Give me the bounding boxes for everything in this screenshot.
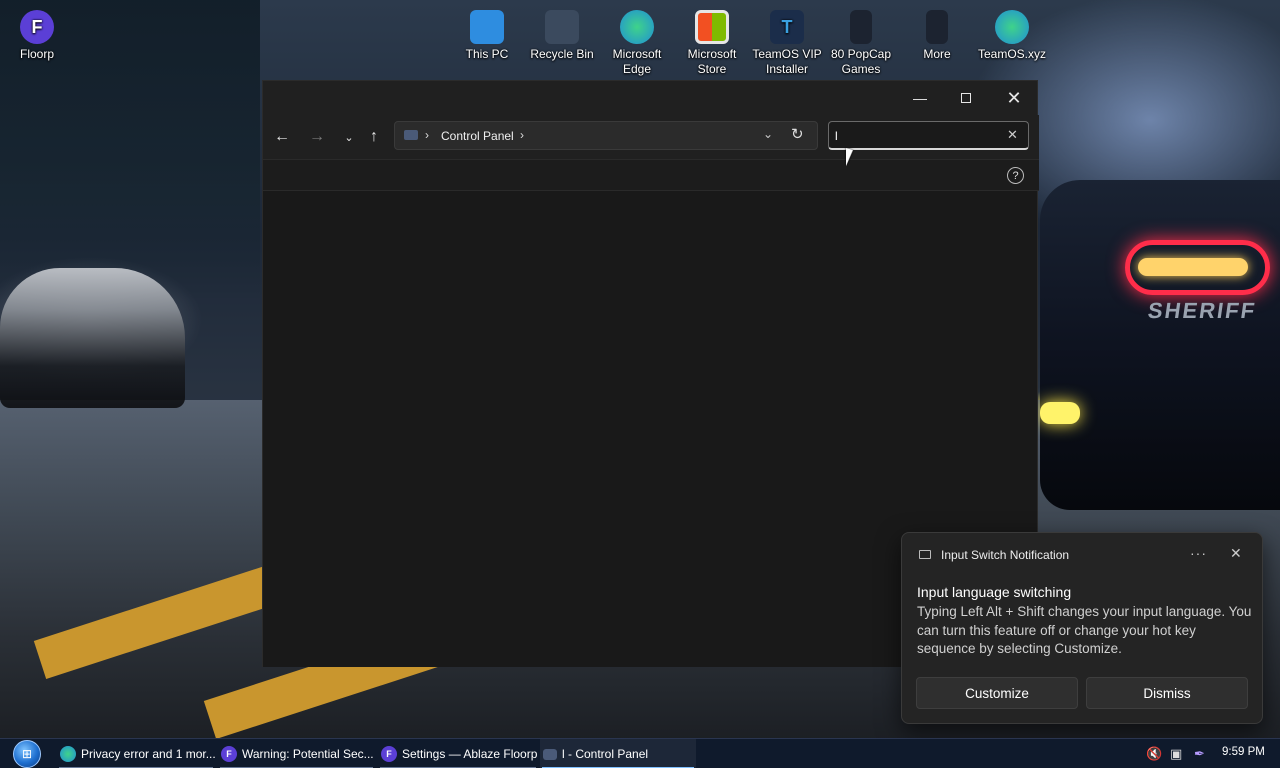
edge-icon [995,10,1029,44]
desktop-icon-label: 80 PopCap Games [830,47,892,76]
breadcrumb-control-panel[interactable]: Control Panel [441,129,514,143]
mouse-cursor [846,148,860,170]
taskbar-item-control-panel[interactable]: l - Control Panel [540,739,696,768]
folder-icon [850,10,872,44]
desktop-icon-80-popcap-games[interactable]: 80 PopCap Games [824,4,898,77]
address-dropdown-icon[interactable]: ⌄ [763,127,773,141]
taskbar-item-edge[interactable]: Privacy error and 1 mor... [57,739,215,768]
desktop-icon-more[interactable]: More [900,4,974,62]
chevron-down-icon: ⌄ [344,131,354,144]
arrow-up-icon: ↑ [370,128,378,145]
notification-body: Typing Left Alt + Shift changes your inp… [917,604,1252,656]
control-panel-icon [404,130,418,140]
taskbar: ⊞ Privacy error and 1 mor... F Warning: … [0,738,1280,768]
desktop-icon-floorp[interactable]: F Floorp [0,4,74,62]
monitor-icon [470,10,504,44]
taskbar-item-floorp-warning[interactable]: F Warning: Potential Sec... [218,739,375,768]
dismiss-button[interactable]: Dismiss [1086,677,1248,709]
minimize-button[interactable]: — [897,81,943,115]
start-button[interactable]: ⊞ [10,739,44,768]
edge-icon [620,10,654,44]
minimize-icon: — [913,90,927,106]
desktop-icon-microsoft-edge[interactable]: Microsoft Edge [600,4,674,77]
desktop-icon-label: This PC [465,47,509,61]
desktop-icon-microsoft-store[interactable]: Microsoft Store [675,4,749,77]
desktop-icon-label: TeamOS VIP Installer [752,47,822,76]
store-icon [695,10,729,44]
keyboard-icon [919,550,931,559]
folder-icon [926,10,948,44]
address-bar[interactable]: › Control Panel › ⌄ ↻ [394,121,818,150]
close-notification-icon[interactable]: ✕ [1230,545,1242,562]
taskbar-item-label: Privacy error and 1 mor... [81,747,215,761]
desktop-icon-label: Floorp [19,47,54,61]
desktop-icon-label: TeamOS.xyz [977,47,1046,61]
arrow-left-icon: ← [274,128,290,145]
taskbar-item-label: Settings — Ablaze Floorp [402,747,538,761]
desktop-icon-label: Microsoft Edge [612,47,662,76]
edge-icon [60,746,76,762]
notification-app-name: Input Switch Notification [941,548,1070,562]
desktop-icon-recycle-bin[interactable]: Recycle Bin [525,4,599,62]
taskbar-item-label: Warning: Potential Sec... [242,747,374,761]
back-button[interactable]: ← [268,123,296,151]
search-box[interactable]: ✕ [828,121,1029,150]
recent-locations-button[interactable]: ⌄ [335,123,363,151]
taskbar-item-floorp-settings[interactable]: F Settings — Ablaze Floorp [378,739,538,768]
navigation-bar: ← → ⌄ ↑ › Control Panel › ⌄ ↻ ✕ [263,115,1039,159]
desktop-icon-teamos-xyz[interactable]: TeamOS.xyz [975,4,1049,62]
up-button[interactable]: ↑ [360,123,388,151]
speaker-muted-icon[interactable]: 🔇 [1146,739,1162,768]
breadcrumb-separator: › [425,128,429,142]
control-panel-icon [543,748,557,760]
more-options-icon[interactable]: ··· [1190,545,1207,561]
pen-icon[interactable]: ✒ [1194,739,1205,768]
network-icon[interactable]: ▣ [1170,739,1182,768]
notification-title: Input language switching [917,584,1072,600]
desktop-icon-label: More [923,47,951,61]
wallpaper-taillight-inner [1138,258,1248,276]
wallpaper-yellow-light [1040,402,1080,424]
maximize-button[interactable] [943,81,989,115]
clear-search-icon[interactable]: ✕ [1007,127,1018,143]
floorp-icon: F [381,746,397,762]
title-bar[interactable]: — ✕ [263,81,1037,115]
desktop-icon-teamos-vip-installer[interactable]: T TeamOS VIP Installer [750,4,824,77]
help-icon[interactable]: ? [1007,167,1024,184]
wallpaper-police-car [1040,180,1280,510]
search-input[interactable] [835,127,1000,145]
installer-icon: T [770,10,804,44]
desktop-icon-this-pc[interactable]: This PC [450,4,524,62]
forward-button[interactable]: → [303,123,331,151]
arrow-right-icon: → [309,128,325,145]
customize-button[interactable]: Customize [916,677,1078,709]
desktop-icon-label: Microsoft Store [687,47,737,76]
breadcrumb-separator[interactable]: › [520,128,524,142]
floorp-icon: F [221,746,237,762]
close-icon: ✕ [1006,87,1022,108]
windows-logo-icon: ⊞ [13,740,41,768]
wallpaper-sheriff-text: SHERIFF [1146,298,1258,323]
close-button[interactable]: ✕ [991,81,1037,115]
floorp-icon: F [20,10,54,44]
recycle-bin-icon [545,10,579,44]
command-bar: ? [263,159,1039,191]
desktop-icon-label: Recycle Bin [530,47,594,61]
wallpaper-white-car [0,268,185,408]
input-switch-notification: Input Switch Notification ··· ✕ Input la… [901,532,1263,724]
refresh-icon[interactable]: ↻ [791,125,804,143]
clock[interactable]: 9:59 PM [1222,746,1265,758]
maximize-icon [961,93,971,103]
taskbar-item-label: l - Control Panel [562,747,649,761]
